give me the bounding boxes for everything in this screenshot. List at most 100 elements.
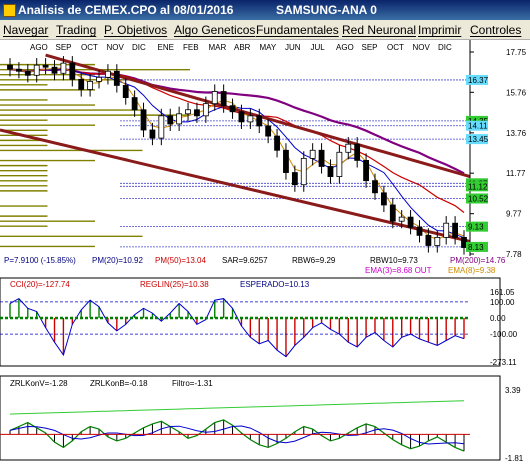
- candle-body: [318, 149, 325, 167]
- zrl-panel: 3.39 -1.81 ZRLKonV=-1.28 ZRLKonB=-0.18 Fi…: [0, 375, 524, 463]
- indicator-esperado: ESPERADO=10.13: [240, 280, 310, 289]
- indicator-ema8: EMA(8)=9.38: [448, 266, 496, 275]
- month-label: FEB: [183, 43, 199, 52]
- cci-panel: 161.05100.00 0.00 -100.00 -273.11 CCI(20)=-…: [0, 277, 518, 367]
- candle-body: [211, 91, 218, 105]
- candle-body: [452, 222, 458, 238]
- price-tag-label: 14.11: [468, 122, 488, 131]
- chart-area[interactable]: AGO SEP OCT NOV DIC ENE FEB MAR ABR MAY JUN JUL AGO S…: [0, 40, 530, 463]
- menu-bar: Navegar Trading P. Objetivos Algo Geneti…: [0, 20, 530, 40]
- menu-red-neuronal[interactable]: Red Neuronal: [342, 23, 416, 37]
- month-label: NOV: [107, 43, 125, 52]
- price-tag-label: 11.12: [468, 182, 488, 191]
- candle-body: [398, 216, 405, 222]
- month-label: MAY: [260, 43, 277, 52]
- month-label: ENE: [158, 43, 174, 52]
- candle-body: [229, 105, 236, 113]
- month-label: OCT: [81, 43, 98, 52]
- price-tag-label: 13.45: [468, 135, 489, 144]
- candle-body: [69, 62, 76, 80]
- cci-tick-label: 100.00: [490, 298, 515, 307]
- price-tick-label: 17.75: [506, 48, 527, 57]
- menu-imprimir[interactable]: Imprimir: [418, 23, 461, 37]
- indicator-zrlkonv: ZRLKonV=-1.28: [10, 379, 68, 388]
- candle-body: [33, 64, 40, 76]
- candle-body: [247, 115, 254, 123]
- candle-body: [274, 135, 280, 151]
- cci-tick-label: -100.00: [490, 330, 518, 339]
- month-label: OCT: [387, 43, 404, 52]
- candle-body: [16, 68, 22, 72]
- month-label: DIC: [132, 43, 146, 52]
- title-bar: Analisis de CEMEX.CPO al 08/01/2016 SAMS…: [0, 0, 530, 20]
- month-label: ABR: [234, 43, 251, 52]
- candle-body: [345, 143, 352, 153]
- indicator-zrlkonb: ZRLKonB=-0.18: [90, 379, 148, 388]
- month-label: AGO: [30, 43, 48, 52]
- month-label: MAR: [209, 43, 227, 52]
- menu-navegar[interactable]: Navegar: [3, 23, 48, 37]
- price-tick-label: 11.77: [506, 169, 526, 178]
- candle-body: [389, 204, 396, 222]
- indicator-p: P=7.9100 (-15.85%): [4, 256, 76, 265]
- candle-body: [24, 70, 31, 76]
- cci-tick-label: 0.00: [490, 314, 506, 323]
- candle-body: [105, 70, 111, 78]
- window-subtitle: SAMSUNG-ANA 0: [276, 3, 377, 17]
- cci-tick-label: 161.05: [490, 288, 515, 297]
- indicator-reglin: REGLIN(25)=10.38: [140, 280, 209, 289]
- price-tick-label: 7.78: [506, 250, 522, 259]
- price-tag-label: 9.13: [468, 223, 484, 232]
- candle-body: [327, 166, 334, 178]
- candle-body: [238, 111, 245, 123]
- menu-controles[interactable]: Controles: [470, 23, 521, 37]
- candle-body: [113, 70, 120, 86]
- indicator-pm50: PM(50)=13.04: [155, 256, 206, 265]
- menu-objetivos[interactable]: P. Objetivos: [104, 23, 167, 37]
- price-tag-label: 8.13: [468, 243, 484, 252]
- analysis-chart[interactable]: AGO SEP OCT NOV DIC ENE FEB MAR ABR MAY JUN JUL AGO S…: [0, 40, 530, 463]
- month-label: JUL: [311, 43, 326, 52]
- candle-body: [149, 129, 156, 139]
- indicator-ema3: EMA(3)=8.68 OUT: [365, 266, 432, 275]
- candle-body: [291, 172, 298, 186]
- indicator-filtro: Filtro=-1.31: [172, 379, 213, 388]
- candle-body: [425, 234, 432, 246]
- indicator-pm20: PM(20)=10.92: [92, 256, 143, 265]
- indicator-pm200: PM(200)=14.76: [450, 256, 506, 265]
- candle-body: [96, 76, 102, 82]
- candle-body: [202, 103, 209, 117]
- candle-body: [407, 216, 414, 228]
- candle-body: [256, 115, 263, 127]
- candle-body: [60, 62, 67, 74]
- menu-trading[interactable]: Trading: [56, 23, 96, 37]
- candle-body: [158, 115, 165, 139]
- candle-body: [167, 115, 174, 125]
- candle-body: [461, 236, 467, 248]
- candle-body: [336, 151, 343, 178]
- candle-body: [220, 91, 227, 107]
- candle-body: [380, 192, 387, 206]
- indicator-cci: CCI(20)=-127.74: [10, 280, 70, 289]
- month-label: DIC: [438, 43, 452, 52]
- price-tick-label: 15.76: [506, 88, 527, 97]
- menu-fundamentales[interactable]: Fundamentales: [256, 23, 339, 37]
- price-tag-label: 10.52: [468, 194, 489, 203]
- candle-body: [354, 143, 361, 161]
- candle-body: [300, 157, 307, 186]
- candle-body: [176, 113, 183, 125]
- cci-tick-label: -273.11: [490, 358, 517, 367]
- candle-body: [283, 149, 289, 173]
- candle-body: [309, 149, 316, 159]
- candle-body: [434, 236, 441, 246]
- candle-body: [78, 78, 85, 90]
- month-label: AGO: [336, 43, 354, 52]
- candle-body: [443, 222, 450, 238]
- indicator-rbw6: RBW6=9.29: [292, 256, 336, 265]
- candle-body: [122, 85, 129, 98]
- menu-algo-geneticos[interactable]: Algo Geneticos: [174, 23, 255, 37]
- candle-body: [363, 159, 369, 182]
- month-label: NOV: [413, 43, 431, 52]
- candle-body: [372, 180, 378, 194]
- indicator-row: P=7.9100 (-15.85%) PM(20)=10.92 PM(50)=1…: [4, 256, 506, 275]
